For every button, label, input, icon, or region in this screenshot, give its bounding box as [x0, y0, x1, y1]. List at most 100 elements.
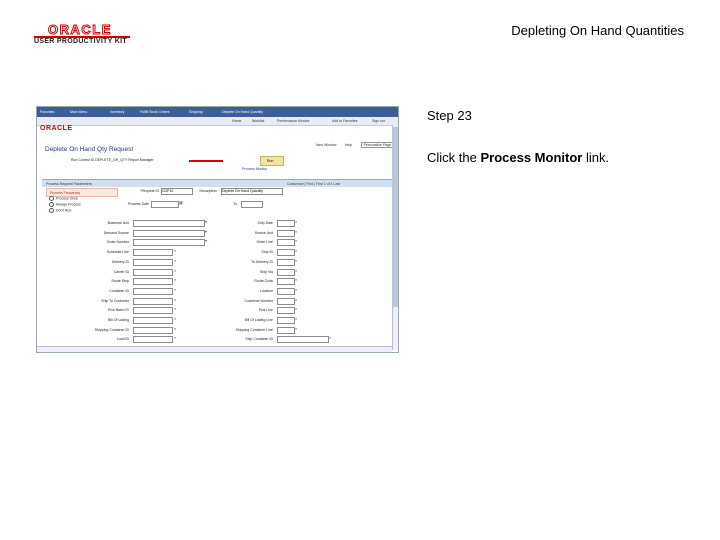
menu-item-shipping[interactable]: Shipping	[189, 110, 203, 114]
calendar-icon[interactable]: ▦	[179, 200, 183, 205]
app-menubar: Favorites Main Menu Inventory Fulfill St…	[37, 107, 398, 117]
right-field-label: Shipping Container Line	[235, 327, 273, 332]
oracle-upk-logo: ORACLE USER PRODUCTIVITY KIT	[34, 22, 130, 48]
left-field-input[interactable]	[133, 220, 205, 227]
menu-item-fulfill-stock[interactable]: Fulfill Stock Orders	[140, 110, 170, 114]
lookup-icon[interactable]: ⌕	[295, 229, 297, 234]
dropdown-arrow-icon[interactable]: ▾	[205, 238, 207, 243]
left-field-input[interactable]	[133, 258, 173, 266]
menu-item-deplete[interactable]: Deplete On Hand Quantity	[222, 110, 263, 114]
step-title: Step 23	[427, 108, 472, 123]
right-field-input[interactable]	[277, 268, 295, 276]
lookup-icon[interactable]: ⌕	[295, 277, 297, 282]
right-field-input[interactable]	[277, 249, 295, 257]
toolbar-add-favorites[interactable]: Add to Favorites	[332, 119, 357, 123]
radio-process-once[interactable]: Process Once	[49, 196, 78, 201]
right-field-input[interactable]	[277, 220, 295, 227]
right-field-input[interactable]	[277, 258, 295, 266]
lookup-icon[interactable]: ⌕	[295, 268, 297, 273]
run-button[interactable]: Run	[260, 156, 284, 166]
lookup-icon[interactable]: ⌕	[174, 335, 176, 340]
lookup-icon[interactable]: ⌕	[295, 306, 297, 311]
right-field-label: Customer Number	[244, 298, 273, 303]
menu-item-inventory[interactable]: Inventory	[110, 110, 124, 114]
to-time-input[interactable]	[241, 201, 263, 208]
right-field-input[interactable]	[277, 307, 295, 315]
left-field-input[interactable]	[133, 336, 173, 344]
lookup-icon[interactable]: ⌕	[174, 268, 176, 273]
new-window-link[interactable]: New Window	[316, 143, 336, 147]
lookup-icon[interactable]: ⌕	[174, 248, 176, 253]
right-field-input[interactable]	[277, 239, 295, 247]
menu-item-favorites[interactable]: Favorites	[40, 110, 54, 114]
lookup-icon[interactable]: ⌕	[174, 326, 176, 331]
radio-always-process[interactable]: Always Process	[49, 202, 81, 207]
svg-text:ORACLE: ORACLE	[48, 23, 112, 36]
left-field-input[interactable]	[133, 239, 205, 247]
left-field-label: Route Stop	[111, 279, 129, 284]
parameters-panel-header: Process Request Parameters Customize | F…	[42, 179, 394, 187]
step-text-after: link.	[582, 150, 610, 165]
lookup-icon[interactable]: ⌕	[174, 258, 176, 263]
left-field-input[interactable]	[133, 249, 173, 257]
lookup-icon[interactable]: ⌕	[174, 316, 176, 321]
menu-item-main-menu[interactable]: Main Menu	[70, 110, 87, 114]
right-field-input[interactable]	[277, 297, 295, 305]
lookup-icon[interactable]: ⌕	[295, 297, 297, 302]
toolbar-home[interactable]: Home	[232, 119, 241, 123]
right-field-input[interactable]	[277, 278, 295, 286]
request-id-label: *Request ID	[140, 189, 159, 193]
horizontal-scrollbar[interactable]	[37, 346, 392, 352]
left-field-label: Bill Of Lading	[108, 318, 129, 322]
description-input[interactable]: Deplete On Hand Quantity	[221, 188, 283, 195]
lookup-icon[interactable]: ⌕	[174, 306, 176, 311]
lookup-icon[interactable]: ⌕	[295, 219, 297, 224]
oracle-logo-icon: ORACLE	[48, 23, 112, 36]
panel-navigation[interactable]: Customize | Find | First 1 of 1 Last	[287, 182, 340, 186]
step-instruction: Click the Process Monitor link.	[427, 150, 609, 165]
application-screenshot: Favorites Main Menu Inventory Fulfill St…	[36, 106, 399, 353]
lookup-icon[interactable]: ⌕	[295, 287, 297, 292]
toolbar-sign-out[interactable]: Sign out	[372, 119, 385, 123]
left-field-input[interactable]	[133, 229, 205, 237]
lookup-icon[interactable]: ⌕	[174, 277, 176, 282]
left-field-input[interactable]	[133, 326, 173, 334]
lookup-icon[interactable]: ⌕	[295, 238, 297, 243]
dropdown-arrow-icon[interactable]: ▾	[205, 229, 207, 234]
right-field-input[interactable]	[277, 317, 295, 324]
right-field-input[interactable]	[277, 229, 295, 237]
lookup-icon[interactable]: ⌕	[329, 335, 331, 340]
left-field-label: Business Unit	[107, 221, 129, 225]
left-field-input[interactable]	[133, 317, 173, 324]
toolbar-performance[interactable]: Performance Monitor	[277, 119, 310, 123]
right-field-input[interactable]	[277, 326, 295, 334]
left-field-input[interactable]	[133, 268, 173, 276]
left-field-label: Schedule Line	[106, 250, 129, 255]
left-field-input[interactable]	[133, 297, 173, 305]
lookup-icon[interactable]: ⌕	[295, 326, 297, 331]
lookup-icon[interactable]: ⌕	[174, 297, 176, 302]
dropdown-arrow-icon[interactable]: ▾	[205, 219, 207, 224]
right-field-input[interactable]	[277, 336, 329, 344]
process-date-label: Process Date	[127, 202, 149, 206]
logo-subtitle: USER PRODUCTIVITY KIT	[34, 38, 127, 45]
radio-dont-run[interactable]: Don't Run	[49, 208, 71, 213]
right-field-label: Ship ID	[261, 250, 273, 255]
personalize-page-link[interactable]: Personalize Page	[360, 142, 394, 148]
help-link[interactable]: Help	[345, 143, 352, 147]
right-field-input[interactable]	[277, 287, 295, 295]
left-field-label: Order Number	[106, 240, 129, 245]
left-field-input[interactable]	[133, 278, 173, 286]
right-field-label: Location	[259, 288, 273, 293]
lookup-icon[interactable]: ⌕	[295, 248, 297, 253]
process-date-input[interactable]	[151, 201, 179, 208]
process-monitor-link[interactable]: Process Monitor	[242, 167, 267, 171]
vertical-scrollbar-thumb[interactable]	[392, 127, 398, 307]
lookup-icon[interactable]: ⌕	[174, 287, 176, 292]
toolbar-worklist[interactable]: Worklist	[252, 119, 264, 123]
left-field-label: Carrier ID	[113, 269, 129, 274]
left-field-input[interactable]	[133, 287, 173, 295]
lookup-icon[interactable]: ⌕	[295, 316, 297, 321]
left-field-input[interactable]	[133, 307, 173, 315]
lookup-icon[interactable]: ⌕	[295, 258, 297, 263]
